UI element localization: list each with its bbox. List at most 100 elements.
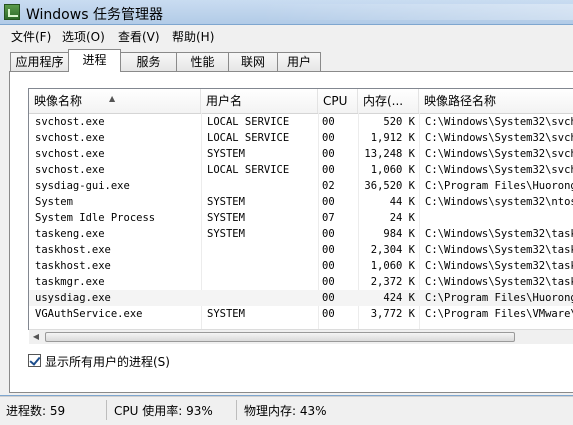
cell-memory: 36,520 K: [364, 180, 415, 192]
menu-bar: 文件(F) 选项(O) 查看(V) 帮助(H): [0, 25, 573, 45]
cell-image-name: System Idle Process: [35, 212, 156, 224]
cell-user: [207, 242, 317, 258]
menu-options[interactable]: 选项(O): [62, 28, 105, 45]
cell-image-name: taskeng.exe: [35, 228, 105, 240]
horizontal-scrollbar[interactable]: ◀: [29, 329, 573, 344]
column-image-name-label: 映像名称: [34, 94, 83, 108]
cell-memory: 44 K: [389, 196, 415, 208]
cell-image-name: svchost.exe: [35, 164, 105, 176]
table-row[interactable]: System Idle Process SYSTEM 07 24 K: [29, 210, 573, 226]
table-row[interactable]: taskeng.exe SYSTEM 00 984 K C:\Windows\S…: [29, 226, 573, 242]
column-image-path[interactable]: 映像路径名称: [419, 89, 573, 113]
table-row[interactable]: svchost.exe LOCAL SERVICE 00 520 K C:\Wi…: [29, 114, 573, 130]
cell-path: C:\Windows\System32\taskm: [425, 276, 573, 288]
status-divider: [236, 400, 237, 420]
cell-memory: 424 K: [383, 292, 415, 304]
status-cpu-usage: CPU 使用率: 93%: [114, 404, 213, 418]
cell-memory: 24 K: [389, 212, 415, 224]
cell-image-name: usysdiag.exe: [35, 292, 111, 304]
tab-users[interactable]: 用户: [277, 52, 321, 71]
cell-memory: 2,304 K: [370, 244, 415, 256]
cell-cpu: 07: [322, 212, 335, 224]
cell-path: C:\Windows\System32\svcho: [425, 164, 573, 176]
cell-cpu: 00: [322, 244, 335, 256]
sort-ascending-icon: ▲: [109, 94, 116, 103]
cell-cpu: 00: [322, 260, 335, 272]
cell-path: C:\Program Files\Huorong\: [425, 292, 573, 304]
column-cpu[interactable]: CPU: [318, 89, 358, 113]
cell-memory: 2,372 K: [370, 276, 415, 288]
table-row[interactable]: svchost.exe LOCAL SERVICE 00 1,912 K C:\…: [29, 130, 573, 146]
cell-memory: 984 K: [383, 228, 415, 240]
cell-path: C:\Windows\System32\svcho: [425, 148, 573, 160]
cell-cpu: 00: [322, 276, 335, 288]
cell-path: C:\Windows\System32\taskh: [425, 260, 573, 272]
cell-path: C:\Windows\system32\ntosk: [425, 196, 573, 208]
table-row[interactable]: taskmgr.exe 00 2,372 K C:\Windows\System…: [29, 274, 573, 290]
cell-image-name: svchost.exe: [35, 132, 105, 144]
cell-memory: 13,248 K: [364, 148, 415, 160]
cell-image-name: taskhost.exe: [35, 260, 111, 272]
cell-user: [207, 290, 317, 306]
menu-view[interactable]: 查看(V): [118, 28, 160, 45]
cell-cpu: 00: [322, 116, 335, 128]
table-row[interactable]: VGAuthService.exe SYSTEM 00 3,772 K C:\P…: [29, 306, 573, 322]
title-bar: Windows 任务管理器: [0, 0, 573, 24]
cell-image-name: VGAuthService.exe: [35, 308, 143, 320]
cell-memory: 520 K: [383, 116, 415, 128]
list-header: 映像名称 ▲ 用户名 CPU 内存(... 映像路径名称: [29, 89, 573, 114]
table-row[interactable]: usysdiag.exe 00 424 K C:\Program Files\H…: [29, 290, 573, 306]
table-row[interactable]: svchost.exe SYSTEM 00 13,248 K C:\Window…: [29, 146, 573, 162]
status-process-count: 进程数: 59: [6, 404, 66, 418]
cell-path: C:\Windows\System32\svcho: [425, 132, 573, 144]
task-manager-icon: [4, 4, 20, 20]
cell-cpu: 00: [322, 132, 335, 144]
cell-cpu: 00: [322, 228, 335, 240]
cell-memory: 3,772 K: [370, 308, 415, 320]
cell-user: [207, 178, 317, 194]
status-physical-memory: 物理内存: 43%: [244, 404, 327, 418]
cell-path: C:\Windows\System32\taske: [425, 228, 573, 240]
show-all-users-label: 显示所有用户的进程(S): [45, 355, 170, 369]
table-row[interactable]: System SYSTEM 00 44 K C:\Windows\system3…: [29, 194, 573, 210]
cell-image-name: svchost.exe: [35, 148, 105, 160]
menu-file[interactable]: 文件(F): [11, 28, 51, 45]
cell-user: SYSTEM: [207, 308, 245, 320]
cell-cpu: 00: [322, 164, 335, 176]
cell-path: C:\Program Files\VMware\V: [425, 308, 573, 320]
tab-applications[interactable]: 应用程序: [10, 52, 69, 71]
cell-cpu: 00: [322, 292, 335, 304]
scrollbar-thumb[interactable]: [45, 332, 515, 342]
table-row[interactable]: taskhost.exe 00 2,304 K C:\Windows\Syste…: [29, 242, 573, 258]
menu-help[interactable]: 帮助(H): [172, 28, 214, 45]
tab-networking[interactable]: 联网: [228, 52, 278, 71]
table-row[interactable]: sysdiag-gui.exe 02 36,520 K C:\Program F…: [29, 178, 573, 194]
column-memory[interactable]: 内存(...: [358, 89, 419, 113]
cell-user: SYSTEM: [207, 228, 245, 240]
tab-performance[interactable]: 性能: [176, 52, 229, 71]
cell-user: [207, 274, 317, 290]
scroll-left-icon[interactable]: ◀: [29, 330, 43, 344]
table-row[interactable]: taskhost.exe 00 1,060 K C:\Windows\Syste…: [29, 258, 573, 274]
cell-image-name: taskhost.exe: [35, 244, 111, 256]
cell-user: SYSTEM: [207, 148, 245, 160]
cell-user: LOCAL SERVICE: [207, 132, 290, 144]
cell-image-name: svchost.exe: [35, 116, 105, 128]
cell-cpu: 00: [322, 308, 335, 320]
cell-path: C:\Windows\System32\svcho: [425, 116, 573, 128]
cell-cpu: 02: [322, 180, 335, 192]
column-image-name[interactable]: 映像名称 ▲: [29, 89, 201, 113]
cell-user: LOCAL SERVICE: [207, 164, 290, 176]
column-user-name[interactable]: 用户名: [201, 89, 318, 113]
cell-user: SYSTEM: [207, 196, 245, 208]
cell-image-name: System: [35, 196, 73, 208]
cell-memory: 1,060 K: [370, 164, 415, 176]
cell-path: C:\Program Files\Huorong\: [425, 180, 573, 192]
tab-services[interactable]: 服务: [120, 52, 177, 71]
status-bar: 进程数: 59 CPU 使用率: 93% 物理内存: 43%: [0, 396, 573, 425]
tab-processes[interactable]: 进程: [68, 49, 121, 72]
process-list[interactable]: 映像名称 ▲ 用户名 CPU 内存(... 映像路径名称 svchost.exe…: [28, 88, 573, 330]
table-row[interactable]: svchost.exe LOCAL SERVICE 00 1,060 K C:\…: [29, 162, 573, 178]
show-all-users-checkbox[interactable]: [28, 354, 41, 367]
cell-path: C:\Windows\System32\taskh: [425, 244, 573, 256]
